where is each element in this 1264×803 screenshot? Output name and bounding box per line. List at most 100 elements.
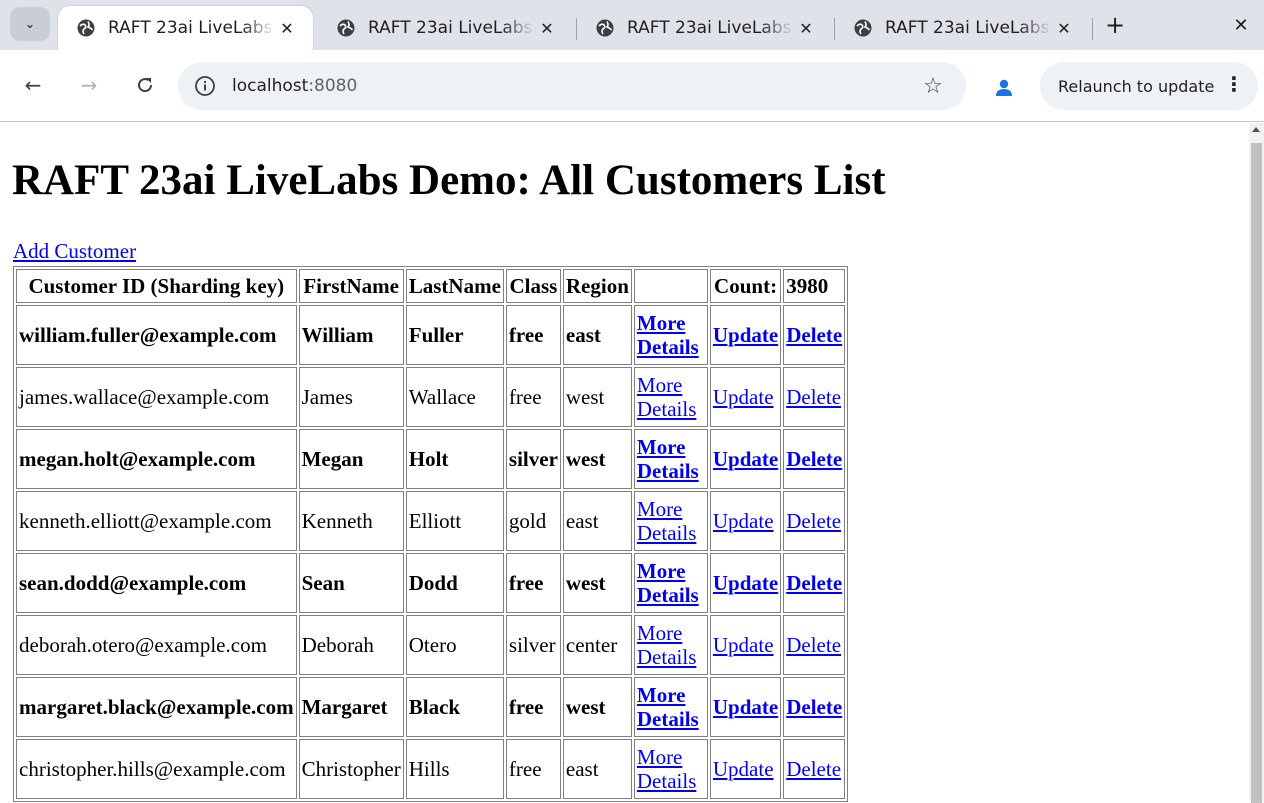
delete-link[interactable]: Delete [786,571,842,595]
vertical-scrollbar[interactable] [1249,123,1264,803]
browser-tab[interactable]: RAFT 23ai LiveLabs Demo: All Customers L… [577,6,832,50]
cell-action: Update [709,677,782,737]
cell-firstname: Kenneth [298,491,404,551]
tab-divider [1092,18,1093,40]
cell-customer-id: sean.dodd@example.com [16,553,297,613]
close-window-button[interactable]: ✕ [1226,10,1256,40]
back-button[interactable]: ← [18,70,48,100]
update-link[interactable]: Update [713,323,778,347]
cell-action: Update [709,739,782,799]
cell-firstname: William [298,305,404,365]
site-info-icon[interactable] [192,73,218,99]
update-link[interactable]: Update [713,509,774,533]
cell-region: west [562,553,632,613]
close-tab-icon[interactable]: ✕ [794,16,818,40]
cell-firstname: Deborah [298,615,404,675]
address-bar[interactable]: localhost:8080 ☆ [178,62,966,110]
delete-link[interactable]: Delete [786,323,842,347]
browser-tab[interactable]: RAFT 23ai LiveLabs Demo: All Customers L… [58,6,313,50]
browser-tab[interactable]: RAFT 23ai LiveLabs Demo: All Customers L… [318,6,573,50]
update-link[interactable]: Update [713,633,774,657]
delete-link[interactable]: Delete [786,385,841,409]
cell-action: More Details [633,553,708,613]
close-tab-icon[interactable]: ✕ [1052,16,1076,40]
plus-icon: + [1104,11,1126,39]
close-tab-icon[interactable]: ✕ [275,16,299,40]
update-link[interactable]: Update [713,757,774,781]
table-row: margaret.black@example.com Margaret Black f… [16,677,846,737]
new-tab-button[interactable]: + [1100,10,1130,40]
cell-action: Update [709,491,782,551]
cell-region: west [562,429,632,489]
cell-customer-id: william.fuller@example.com [16,305,297,365]
cell-region: east [562,739,632,799]
cell-action: Update [709,429,782,489]
delete-link[interactable]: Delete [786,509,841,533]
more-details-link[interactable]: More Details [637,311,705,359]
url-text: localhost:8080 [232,76,357,96]
table-row: christopher.hills@example.com Christopher… [16,739,846,799]
tab-title: RAFT 23ai LiveLabs Demo: All Customers L… [627,18,794,38]
more-details-link[interactable]: More Details [637,559,705,607]
cell-action: Update [709,367,782,427]
bookmark-star-icon[interactable]: ☆ [920,73,946,99]
table-row: william.fuller@example.com William Fuller f… [16,305,846,365]
more-details-link[interactable]: More Details [637,621,705,669]
arrow-left-icon: ← [24,73,42,97]
close-tab-icon[interactable]: ✕ [535,16,559,40]
scrollbar-thumb[interactable] [1251,143,1262,803]
more-details-link[interactable]: More Details [637,373,705,421]
cell-action: Delete [783,677,846,737]
tab-search-button[interactable]: ⌄ [10,7,50,41]
update-link[interactable]: Update [713,385,774,409]
col-header-firstname: FirstName [298,269,404,303]
globe-icon [596,19,614,37]
arrow-right-icon: → [80,73,98,97]
cell-customer-id: deborah.otero@example.com [16,615,297,675]
url-host: localhost [232,76,309,96]
delete-link[interactable]: Delete [786,633,841,657]
cell-action: More Details [633,367,708,427]
cell-lastname: Elliott [405,491,504,551]
forward-button[interactable]: → [74,70,104,100]
more-details-link[interactable]: More Details [637,497,705,545]
more-details-link[interactable]: More Details [637,745,705,793]
more-details-link[interactable]: More Details [637,435,705,483]
cell-action: More Details [633,677,708,737]
cell-lastname: Hills [405,739,504,799]
cell-lastname: Black [405,677,504,737]
add-customer-link[interactable]: Add Customer [13,239,136,264]
browser-tab[interactable]: RAFT 23ai LiveLabs Demo: All Customers L… [835,6,1090,50]
delete-link[interactable]: Delete [786,447,842,471]
globe-icon [337,19,355,37]
scroll-up-arrow-icon[interactable] [1252,127,1260,132]
cell-region: east [562,305,632,365]
update-link[interactable]: Update [713,571,778,595]
table-row: james.wallace@example.com James Wallace fre… [16,367,846,427]
close-icon: ✕ [1233,14,1249,36]
count-value: 3980 [783,269,846,303]
menu-dots-icon[interactable]: ⋮ [1224,72,1244,96]
cell-region: west [562,677,632,737]
update-link[interactable]: Update [713,695,778,719]
profile-button[interactable] [992,76,1016,100]
profile-avatar-icon [996,79,1012,96]
more-details-link[interactable]: More Details [637,683,705,731]
cell-lastname: Wallace [405,367,504,427]
delete-link[interactable]: Delete [786,695,842,719]
cell-customer-id: christopher.hills@example.com [16,739,297,799]
relaunch-to-update-button[interactable]: Relaunch to update ⋮ [1040,62,1258,110]
cell-action: More Details [633,429,708,489]
url-port: :8080 [308,76,358,96]
cell-region: east [562,491,632,551]
cell-action: Delete [783,615,846,675]
delete-link[interactable]: Delete [786,757,841,781]
cell-action: Update [709,305,782,365]
reload-button[interactable] [130,70,160,100]
cell-action: Delete [783,491,846,551]
reload-icon [138,78,153,93]
table-row: megan.holt@example.com Megan Holt silver wes… [16,429,846,489]
cell-region: center [562,615,632,675]
page-viewport: RAFT 23ai LiveLabs Demo: All Customers L… [0,123,1249,802]
update-link[interactable]: Update [713,447,778,471]
